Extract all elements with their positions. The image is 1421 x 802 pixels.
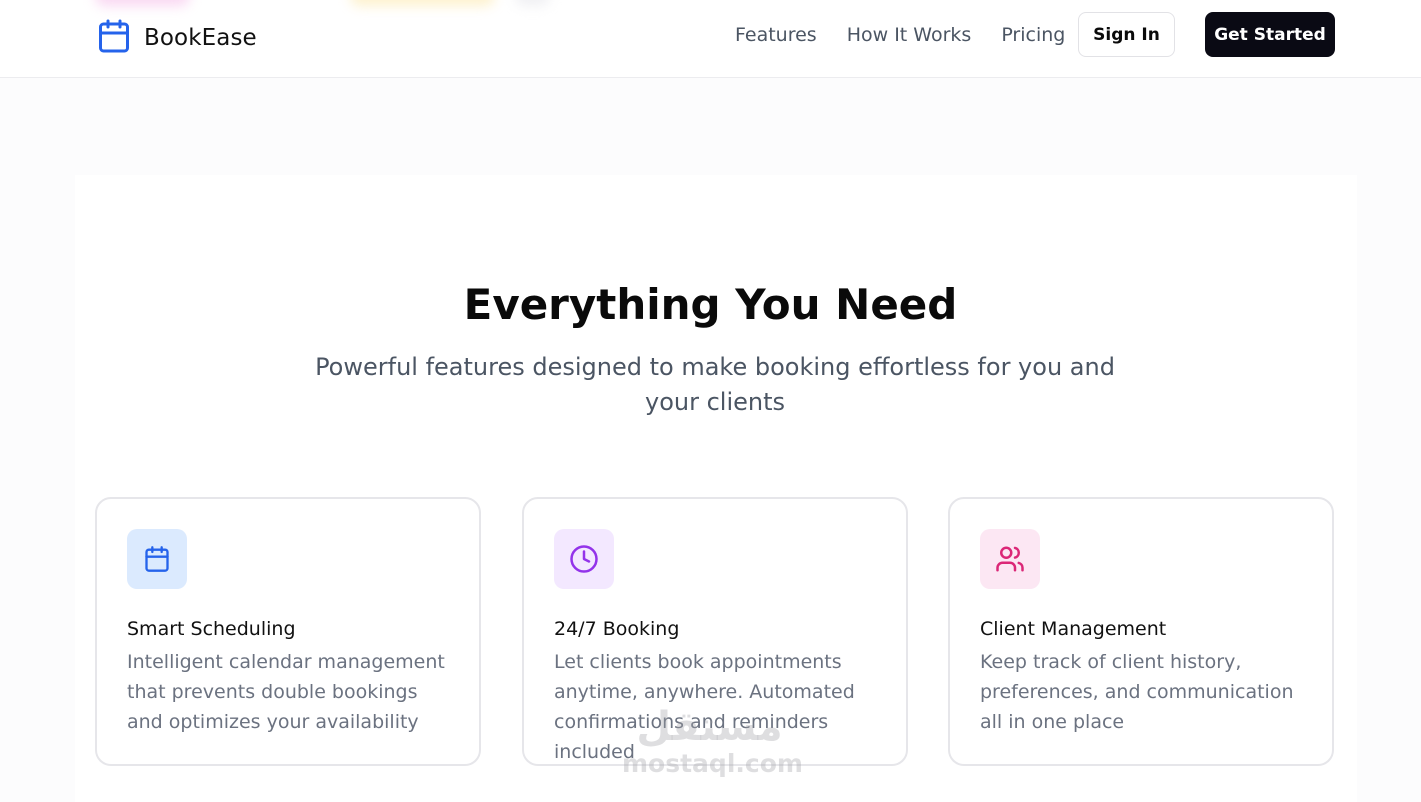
section-subtitle: Powerful features designed to make booki…	[315, 353, 1115, 416]
card-title: Client Management	[980, 618, 1167, 640]
main-nav: Features How It Works Pricing	[735, 24, 1065, 46]
feature-card-client-management: Client Management Keep track of client h…	[948, 497, 1334, 766]
calendar-icon	[96, 17, 132, 59]
card-description: Let clients book appointments anytime, a…	[554, 651, 855, 763]
card-description: Keep track of client history, preference…	[980, 651, 1294, 733]
section-title: Everything You Need	[463, 280, 958, 329]
sign-in-button[interactable]: Sign In	[1078, 12, 1175, 57]
brand-name: BookEase	[144, 25, 257, 51]
nav-link-pricing[interactable]: Pricing	[1001, 24, 1065, 46]
nav-link-how-it-works[interactable]: How It Works	[847, 24, 972, 46]
feature-card-24-7-booking: 24/7 Booking Let clients book appointmen…	[522, 497, 908, 766]
card-description: Intelligent calendar management that pre…	[127, 651, 445, 733]
feature-card-smart-scheduling: Smart Scheduling Intelligent calendar ma…	[95, 497, 481, 766]
users-icon	[980, 529, 1040, 589]
card-title: 24/7 Booking	[554, 618, 680, 640]
brand-logo-link[interactable]: BookEase	[96, 17, 257, 59]
calendar-icon	[127, 529, 187, 589]
card-title: Smart Scheduling	[127, 618, 296, 640]
site-header: BookEase Features How It Works Pricing S…	[0, 0, 1421, 78]
clock-icon	[554, 529, 614, 589]
nav-link-features[interactable]: Features	[735, 24, 817, 46]
get-started-button[interactable]: Get Started	[1205, 12, 1335, 57]
